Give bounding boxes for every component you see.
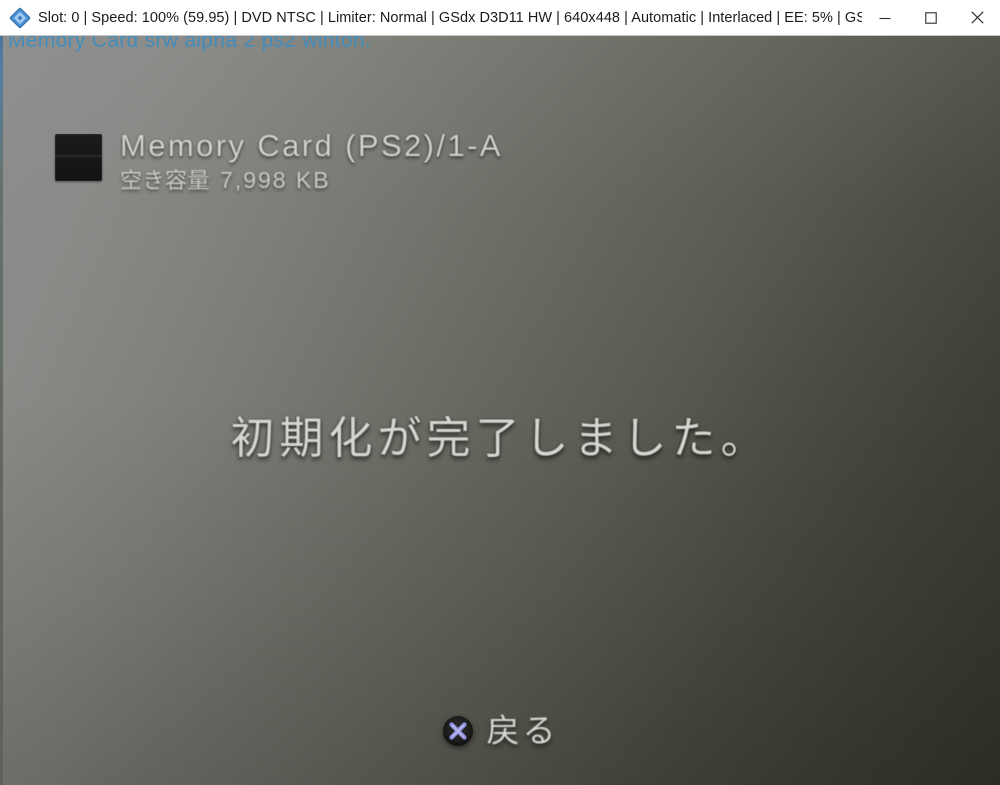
free-space-value: 7,998 KB	[220, 167, 331, 193]
back-label: 戻る	[486, 711, 559, 750]
back-prompt[interactable]: 戻る	[0, 712, 1000, 750]
playstation-cross-button-icon	[442, 716, 473, 746]
memory-card-free-space: 空き容量 7,998 KB	[120, 166, 503, 196]
close-icon	[970, 11, 984, 24]
memory-card-info: Memory Card (PS2)/1-A 空き容量 7,998 KB	[120, 128, 503, 196]
minimize-button[interactable]	[862, 0, 908, 36]
free-space-label: 空き容量	[120, 169, 211, 194]
status-message: 初期化が完了しました。	[230, 413, 770, 464]
pcsx2-logo-icon	[9, 7, 31, 28]
window-title: Slot: 0 | Speed: 100% (59.95) | DVD NTSC…	[38, 9, 862, 26]
minimize-icon	[879, 17, 891, 19]
pcsx2-main-window: Slot: 0 | Speed: 100% (59.95) | DVD NTSC…	[0, 0, 1000, 785]
viewport-left-edge	[0, 36, 3, 785]
maximize-icon	[925, 11, 937, 24]
memory-card-title: Memory Card (PS2)/1-A	[120, 128, 503, 163]
osd-overlay-caption: Memory Card srw alpha 2 ps2 winton.	[8, 36, 371, 52]
title-bar[interactable]: Slot: 0 | Speed: 100% (59.95) | DVD NTSC…	[0, 0, 1000, 36]
close-button[interactable]	[954, 0, 1000, 36]
window-controls	[862, 0, 1000, 36]
memory-card-icon	[55, 134, 102, 181]
maximize-button[interactable]	[908, 0, 954, 36]
memory-card-header: Memory Card (PS2)/1-A 空き容量 7,998 KB	[55, 128, 503, 196]
game-viewport[interactable]: Memory Card srw alpha 2 ps2 winton. Memo…	[0, 36, 1000, 785]
